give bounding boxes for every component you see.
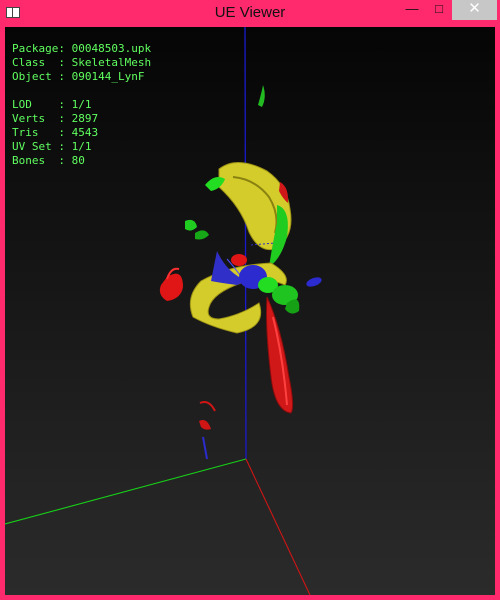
maximize-button[interactable]: □ bbox=[426, 0, 452, 20]
mesh-green-left-2 bbox=[195, 230, 209, 240]
object-info: Object : 090144_LynF bbox=[12, 70, 145, 83]
bones-info: Bones : 80 bbox=[12, 154, 85, 167]
mesh-red-claw bbox=[159, 273, 183, 301]
y-axis-line bbox=[5, 458, 247, 525]
verts-info: Verts : 2897 bbox=[12, 112, 99, 125]
mesh-red-small-1 bbox=[199, 401, 216, 412]
z-axis-line bbox=[244, 27, 247, 460]
minimize-button[interactable]: — bbox=[398, 0, 426, 20]
mesh-red-center bbox=[231, 254, 247, 266]
app-window: UE Viewer — □ ✕ Package: 00048503.upk Cl… bbox=[0, 0, 500, 600]
mesh-green-left-1 bbox=[185, 219, 197, 231]
title-bar[interactable]: UE Viewer — □ ✕ bbox=[0, 0, 500, 26]
3d-viewport[interactable]: Package: 00048503.upk Class : SkeletalMe… bbox=[5, 27, 495, 595]
mesh-red-limb bbox=[266, 296, 294, 414]
mesh-blue-small bbox=[202, 436, 208, 460]
close-button[interactable]: ✕ bbox=[452, 0, 497, 20]
mesh-red-small-2 bbox=[199, 420, 211, 430]
lod-info: LOD : 1/1 bbox=[12, 98, 92, 111]
tris-info: Tris : 4543 bbox=[12, 126, 99, 139]
mesh-blue-blob bbox=[306, 277, 322, 287]
mesh-tip-green bbox=[258, 85, 265, 107]
class-info: Class : SkeletalMesh bbox=[12, 56, 152, 69]
x-axis-line bbox=[245, 458, 311, 595]
package-info: Package: 00048503.upk bbox=[12, 42, 152, 55]
uvset-info: UV Set : 1/1 bbox=[12, 140, 92, 153]
